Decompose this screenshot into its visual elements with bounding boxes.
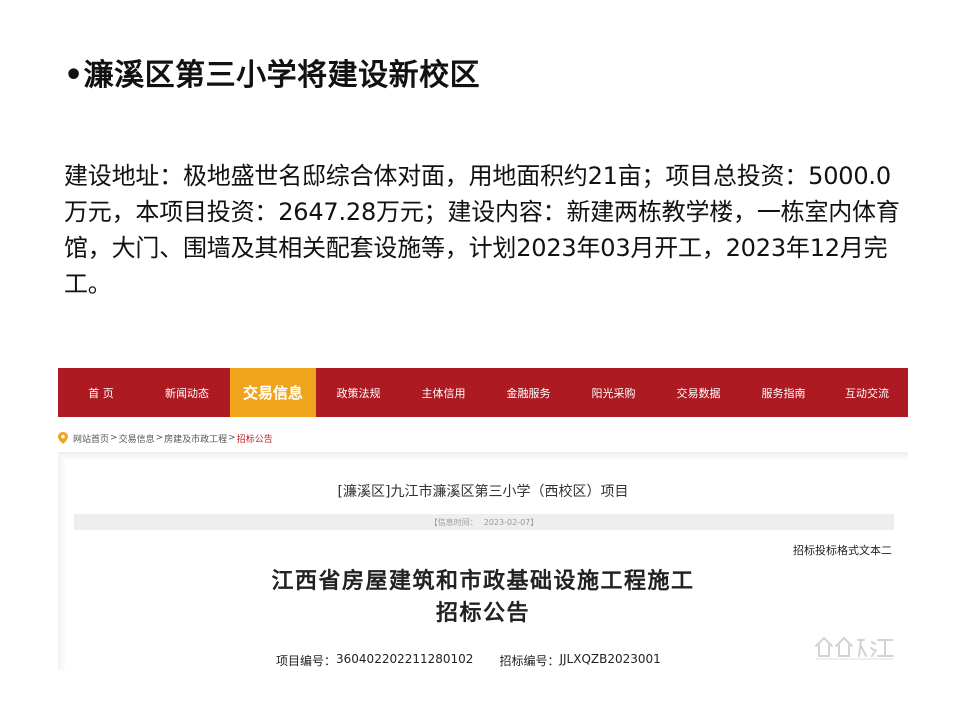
project-number-label: 项目编号： [276, 654, 337, 668]
slide-body: 建设地址：极地盛世名邸综合体对面，用地面积约21亩；项目总投资：5000.0万元… [64, 162, 900, 298]
nav-interaction[interactable]: 互动交流 [826, 368, 908, 417]
document-title: 江西省房屋建筑和市政基础设施工程施工 招标公告 [58, 566, 908, 630]
document-title-line1: 江西省房屋建筑和市政基础设施工程施工 [271, 569, 695, 594]
nav-finance[interactable]: 金融服务 [486, 368, 571, 417]
breadcrumb-separator: > [110, 433, 118, 443]
breadcrumb-home[interactable]: 网站首页 [73, 432, 109, 445]
article-title: [濂溪区]九江市濂溪区第三小学（西校区）项目 [337, 484, 629, 500]
document-codes: 项目编号： 360402202211280102 招标编号： JJLXQZB20… [276, 652, 661, 669]
info-time-date: 2023-02-07 [483, 517, 531, 527]
breadcrumb-current: 招标公告 [236, 434, 273, 445]
info-time-end: 】 [530, 517, 539, 527]
tender-number: JJLXQZB2023001 [559, 652, 661, 666]
project-number: 360402202211280102 [336, 652, 474, 666]
info-time-bar: 【信息时间： 2023-02-07 】 [74, 514, 894, 530]
breadcrumb: 网站首页 > 交易信息 > 房建及市政工程 > 招标公告 [58, 430, 273, 446]
website-screenshot: 首 页 新闻动态 交易信息 政策法规 主体信用 金融服务 阳光采购 交易数据 服… [58, 368, 908, 670]
nav-credit[interactable]: 主体信用 [401, 368, 486, 417]
nav-home[interactable]: 首 页 [58, 368, 144, 417]
nav-procurement[interactable]: 阳光采购 [571, 368, 656, 417]
format-note: 招标投标格式文本二 [793, 544, 892, 557]
main-nav: 首 页 新闻动态 交易信息 政策法规 主体信用 金融服务 阳光采购 交易数据 服… [58, 368, 908, 417]
breadcrumb-construction[interactable]: 房建及市政工程 [164, 432, 227, 445]
content-divider [58, 452, 908, 460]
breadcrumb-trade-info[interactable]: 交易信息 [119, 432, 155, 445]
document-title-line2: 招标公告 [435, 601, 530, 626]
nav-service-guide[interactable]: 服务指南 [741, 368, 826, 417]
info-time-label: 【信息时间： [429, 517, 478, 527]
tender-number-label: 招标编号： [499, 654, 560, 668]
breadcrumb-separator: > [155, 433, 164, 443]
nav-policy[interactable]: 政策法规 [316, 368, 401, 417]
breadcrumb-separator: > [228, 433, 236, 443]
nav-trade-info[interactable]: 交易信息 [230, 368, 316, 417]
location-pin-icon [58, 432, 68, 444]
nav-news[interactable]: 新闻动态 [144, 368, 230, 417]
slide-title: •濂溪区第三小学将建设新校区 [64, 58, 481, 93]
watermark-logo-icon [815, 636, 894, 660]
nav-trade-data[interactable]: 交易数据 [656, 368, 741, 417]
